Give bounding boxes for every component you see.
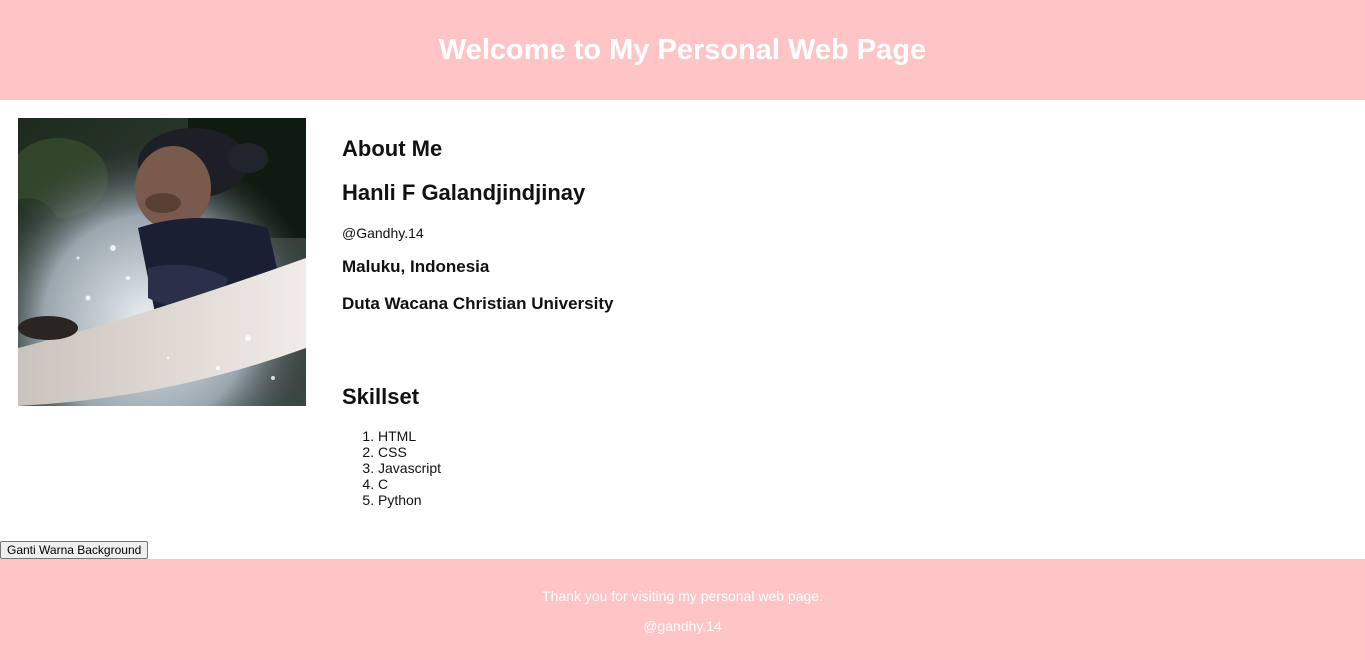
list-item: HTML <box>378 428 441 444</box>
profile-location: Maluku, Indonesia <box>342 257 490 276</box>
change-background-button[interactable]: Ganti Warna Background <box>0 541 149 559</box>
footer-message: Thank you for visiting my personal web p… <box>542 588 823 604</box>
profile-university: Duta Wacana Christian University <box>342 294 614 313</box>
list-item: C <box>378 476 441 492</box>
list-item: CSS <box>378 444 441 460</box>
list-item: Javascript <box>378 460 441 476</box>
page-header: Welcome to My Personal Web Page <box>0 0 1365 100</box>
profile-handle: @Gandhy.14 <box>342 225 424 241</box>
profile-photo <box>18 118 306 406</box>
skillset-heading: Skillset <box>342 384 420 409</box>
list-item: Python <box>378 492 441 508</box>
profile-name: Hanli F Galandjindjinay <box>342 180 586 205</box>
skillset-list: HTML CSS Javascript C Python <box>342 428 441 508</box>
page-title: Welcome to My Personal Web Page <box>438 33 927 66</box>
footer-handle: @gandhy.14 <box>643 618 722 634</box>
page-footer: Thank you for visiting my personal web p… <box>0 559 1365 660</box>
about-heading: About Me <box>342 136 443 161</box>
